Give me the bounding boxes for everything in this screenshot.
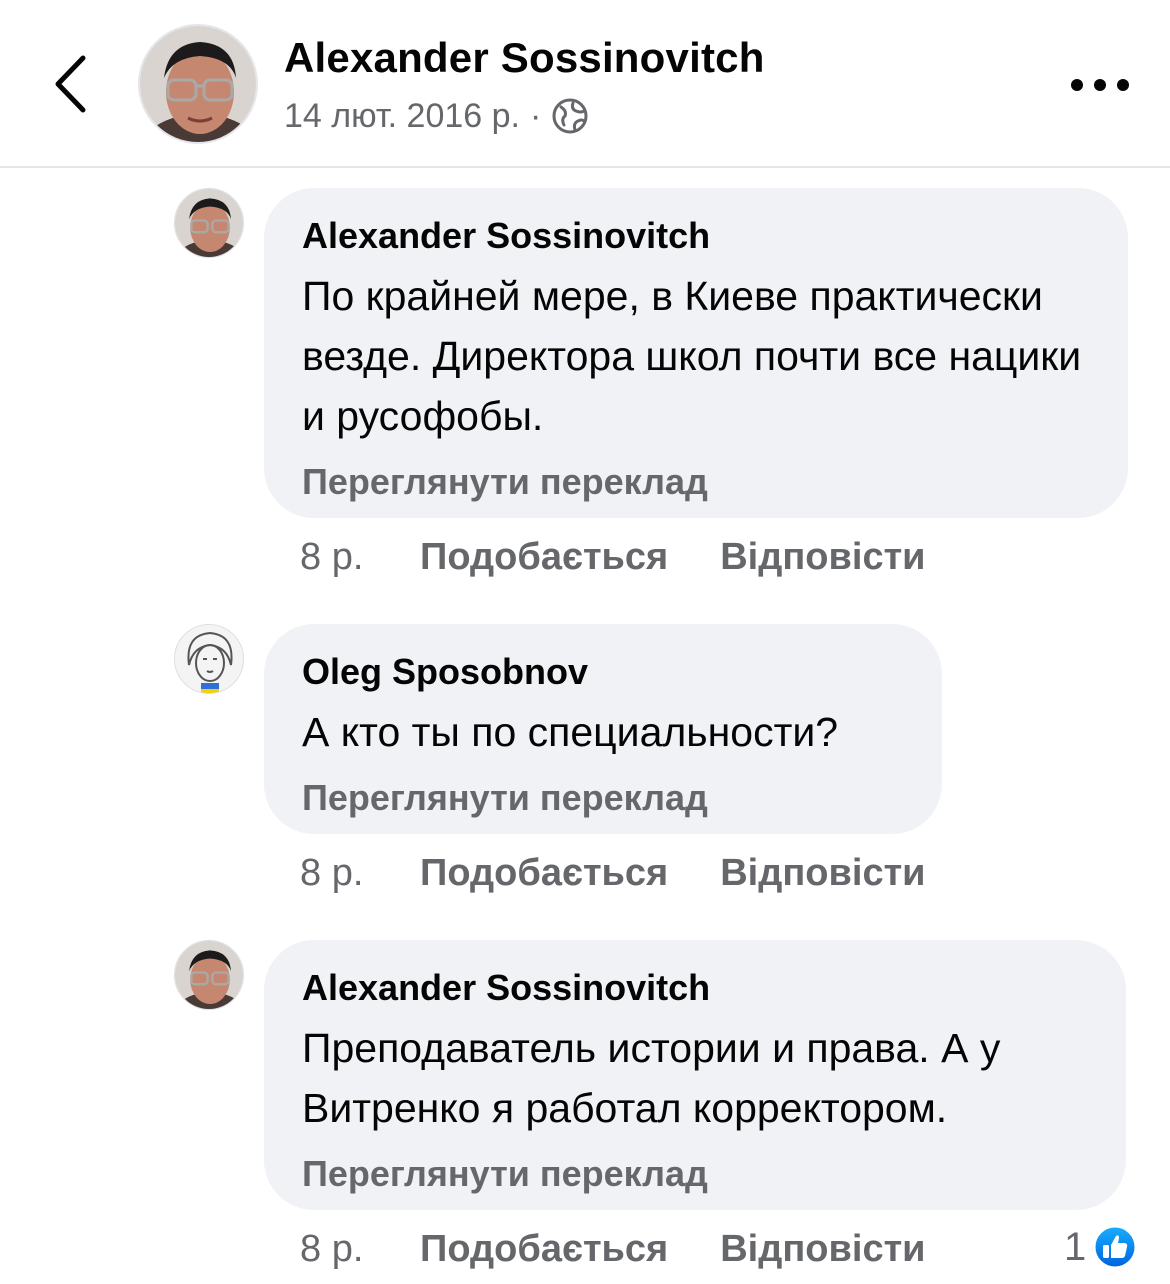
post-header: Alexander Sossinovitch 14 лют. 2016 р. · (0, 0, 1170, 168)
meta-separator: · (530, 96, 542, 135)
comment-bubble: Alexander Sossinovitch По крайней мере, … (264, 188, 1128, 518)
comment-time[interactable]: 8 р. (300, 1228, 420, 1271)
back-button[interactable] (40, 44, 100, 124)
comment-actions: 8 р. Подобається Відповісти (300, 532, 926, 582)
comment-text: Преподаватель истории и права. А у Витре… (302, 1025, 1001, 1131)
post-date[interactable]: 14 лют. 2016 р. (284, 97, 520, 136)
commenter-avatar[interactable] (174, 188, 244, 258)
comment-text: По крайней мере, в Киеве практически вез… (302, 273, 1082, 439)
see-translation-link[interactable]: Переглянути переклад (302, 776, 904, 820)
comment-text: А кто ты по специальности? (302, 709, 839, 755)
comment-author[interactable]: Oleg Sposobnov (302, 646, 904, 698)
comment-time[interactable]: 8 р. (300, 852, 420, 895)
reaction-summary[interactable]: 1 (1064, 1222, 1138, 1272)
comment-author[interactable]: Alexander Sossinovitch (302, 210, 1090, 262)
more-options-button[interactable] (1060, 60, 1140, 110)
see-translation-link[interactable]: Переглянути переклад (302, 460, 1090, 504)
like-button[interactable]: Подобається (420, 1228, 668, 1271)
more-dots-icon (1071, 79, 1129, 91)
comment-author[interactable]: Alexander Sossinovitch (302, 962, 1088, 1014)
author-name[interactable]: Alexander Sossinovitch (284, 34, 765, 82)
comment-actions: 8 р. Подобається Відповісти (300, 1224, 926, 1274)
commenter-avatar[interactable] (174, 624, 244, 694)
comment-bubble: Oleg Sposobnov А кто ты по специальности… (264, 624, 942, 834)
see-translation-link[interactable]: Переглянути переклад (302, 1152, 1088, 1196)
like-button[interactable]: Подобається (420, 852, 668, 895)
reply-button[interactable]: Відповісти (720, 1228, 925, 1271)
comment-bubble: Alexander Sossinovitch Преподаватель ист… (264, 940, 1126, 1210)
thumbs-up-icon (1092, 1224, 1138, 1270)
globe-icon (552, 98, 588, 134)
commenter-avatar[interactable] (174, 940, 244, 1010)
comment-actions: 8 р. Подобається Відповісти (300, 848, 926, 898)
reaction-count: 1 (1064, 1224, 1087, 1269)
post-meta: 14 лют. 2016 р. · (284, 94, 589, 138)
reply-button[interactable]: Відповісти (720, 536, 925, 579)
comment-thread-page: Alexander Sossinovitch 14 лют. 2016 р. · (0, 0, 1170, 1284)
like-button[interactable]: Подобається (420, 536, 668, 579)
chevron-left-icon (55, 55, 86, 113)
author-avatar[interactable] (138, 24, 258, 144)
reply-button[interactable]: Відповісти (720, 852, 925, 895)
comment-time[interactable]: 8 р. (300, 536, 420, 579)
